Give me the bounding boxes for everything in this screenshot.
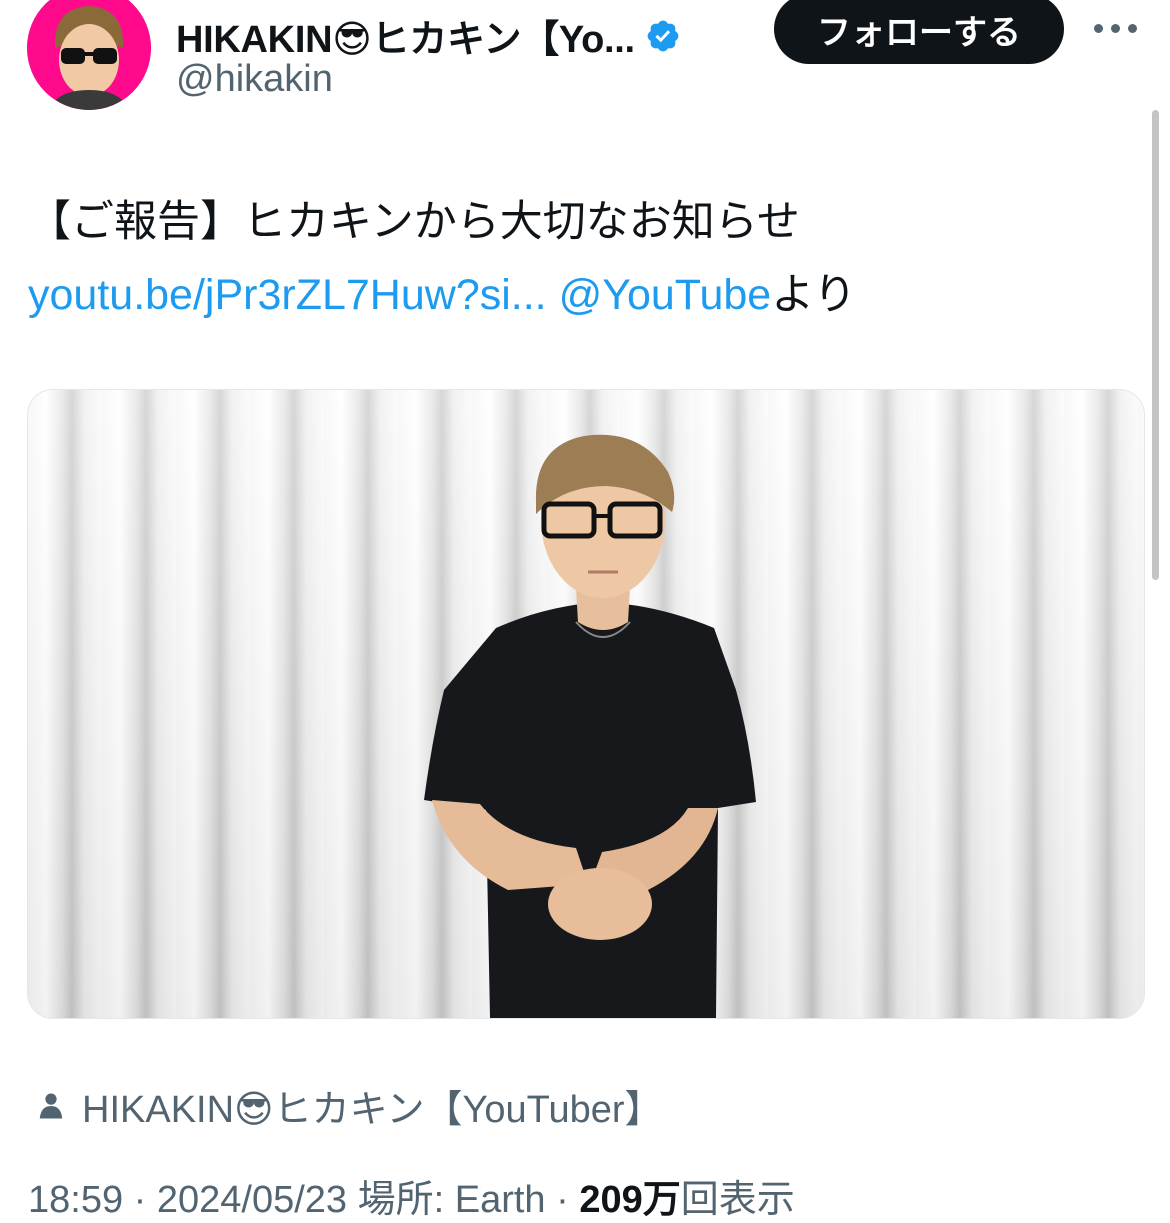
person-illustration <box>424 434 756 1018</box>
display-name[interactable]: HIKAKIN😎ヒカキン【Yo... <box>176 8 635 63</box>
more-dot <box>1094 23 1103 33</box>
tweet-suffix: より <box>771 271 857 319</box>
more-dot <box>1128 23 1137 33</box>
tweet-date[interactable]: 2024/05/23 <box>157 1179 347 1221</box>
tweet-media-image[interactable] <box>27 389 1145 1019</box>
attribution-label[interactable]: HIKAKIN😎ヒカキン【YouTuber】 <box>82 1078 663 1133</box>
tweet-body-text: 【ご報告】ヒカキンから大切なお知らせ <box>28 198 800 246</box>
attribution-row[interactable]: HIKAKIN😎ヒカキン【YouTuber】 <box>36 1078 663 1133</box>
mention-link[interactable]: @YouTube <box>559 271 772 319</box>
avatar[interactable] <box>27 0 151 110</box>
more-dot <box>1111 23 1120 33</box>
tweet-text: 【ご報告】ヒカキンから大切なお知らせ youtu.be/jPr3rZL7Huw?… <box>28 186 1138 332</box>
handle[interactable]: @hikakin <box>176 58 333 101</box>
views-count: 209万 <box>579 1179 681 1221</box>
person-icon <box>39 1093 63 1118</box>
tweet-location: 場所: Earth <box>357 1179 546 1221</box>
views-label: 回表示 <box>680 1179 795 1221</box>
verified-badge-icon <box>645 18 681 54</box>
follow-button[interactable]: フォローする <box>774 0 1064 64</box>
more-horizontal-icon[interactable] <box>1094 18 1138 38</box>
meta-separator: · <box>123 1179 157 1221</box>
tweet-time[interactable]: 18:59 <box>28 1179 123 1221</box>
tweet-link[interactable]: youtu.be/jPr3rZL7Huw?si... <box>28 271 547 319</box>
author-name-row[interactable]: HIKAKIN😎ヒカキン【Yo... <box>176 8 681 63</box>
meta-separator: · <box>545 1179 580 1221</box>
tweet-meta: 18:59 · 2024/05/23 場所: Earth · 209万回表示 <box>28 1168 795 1223</box>
scrollbar[interactable] <box>1152 110 1159 580</box>
